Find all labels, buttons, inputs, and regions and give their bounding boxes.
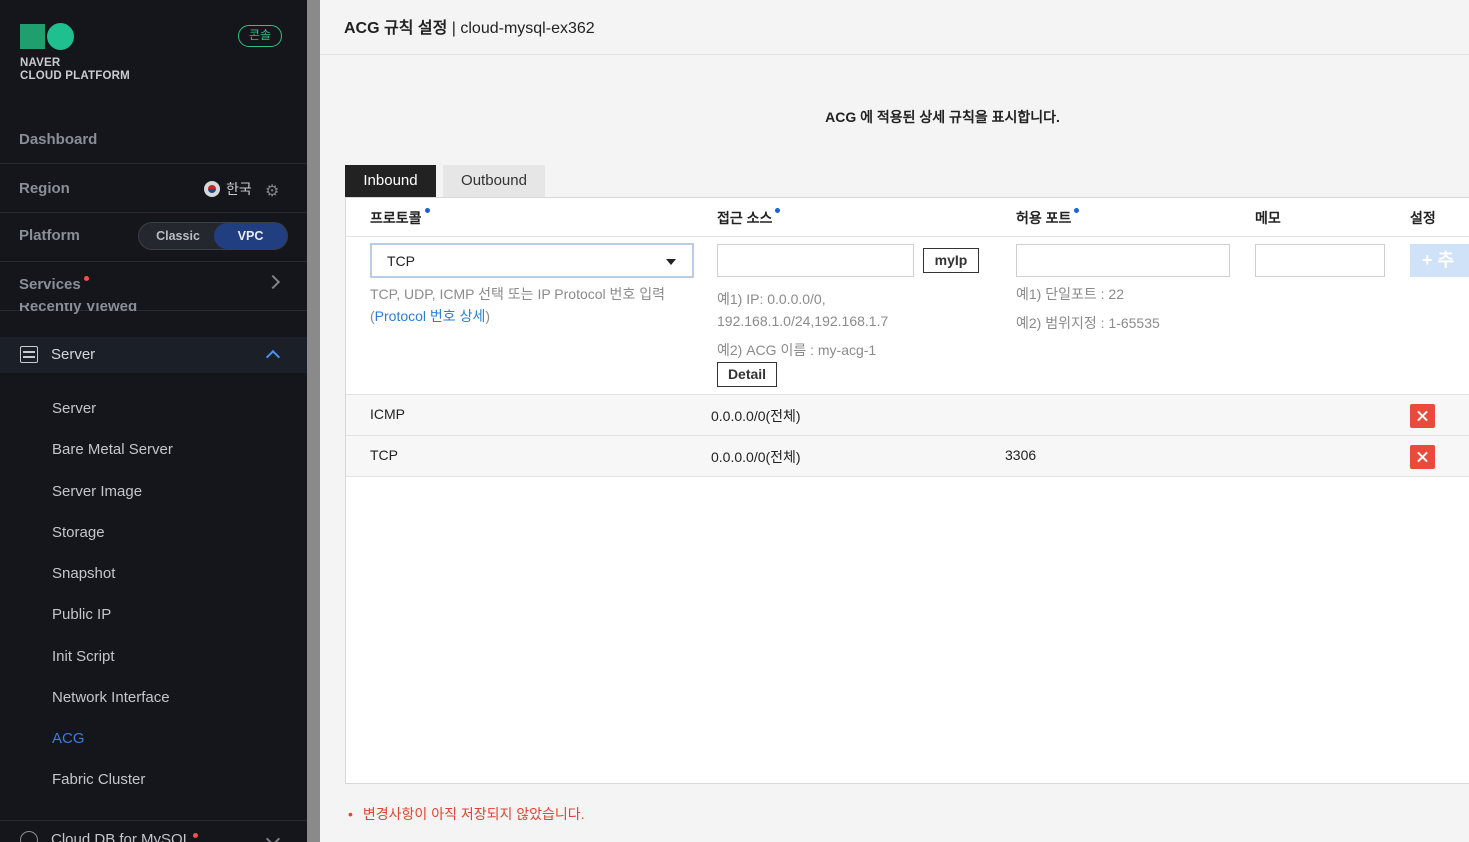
chevron-right-icon <box>265 274 281 290</box>
new-dot-icon <box>83 276 89 281</box>
region-value: 한국 <box>226 181 252 197</box>
add-rule-button[interactable]: + 추 <box>1410 244 1469 277</box>
logo-text: NAVER CLOUD PLATFORM <box>20 57 130 82</box>
delete-rule-button[interactable] <box>1410 445 1435 469</box>
caret-down-icon <box>666 259 676 265</box>
platform-vpc-option[interactable]: VPC <box>214 223 287 249</box>
platform-classic-option[interactable]: Classic <box>143 223 213 249</box>
protocol-hint: TCP, UDP, ICMP 선택 또는 IP Protocol 번호 입력 (… <box>370 286 665 324</box>
rule-source: 0.0.0.0/0(전체) <box>711 449 801 465</box>
sidebar-item-bare-metal-server[interactable]: Bare Metal Server <box>52 441 173 458</box>
logo-mark-icon <box>20 23 130 50</box>
modal-description: ACG 에 적용된 상세 규칙을 표시합니다. <box>825 109 1060 125</box>
memo-input[interactable] <box>1255 244 1385 277</box>
rule-protocol: ICMP <box>370 406 405 422</box>
table-row: ICMP 0.0.0.0/0(전체) <box>346 395 1469 436</box>
sidebar-section-server[interactable]: Server <box>0 337 307 373</box>
sidebar-item-public-ip[interactable]: Public IP <box>52 606 111 623</box>
sidebar-item-fabric-cluster[interactable]: Fabric Cluster <box>52 771 145 788</box>
recently-viewed-label[interactable]: Recently Viewed <box>19 303 137 314</box>
header-divider <box>346 236 1469 237</box>
port-hint-1: 예1) 단일포트 : 22 <box>1016 286 1124 302</box>
clouddb-label: Cloud DB for MySQL <box>51 831 192 842</box>
rule-port: 3306 <box>1005 447 1037 463</box>
tab-outbound[interactable]: Outbound <box>443 165 545 197</box>
rule-source: 0.0.0.0/0(전체) <box>711 408 801 424</box>
sidebar-item-region[interactable]: Region 한국 ⚙ <box>0 164 307 213</box>
myip-button[interactable]: myIp <box>923 248 979 273</box>
new-dot-icon <box>193 833 198 838</box>
sidebar-section-clouddb-mysql[interactable]: Cloud DB for MySQL <box>0 820 307 842</box>
sidebar: NAVER CLOUD PLATFORM 콘솔 Dashboard Region… <box>0 0 307 842</box>
source-input[interactable] <box>717 244 914 277</box>
tab-inbound[interactable]: Inbound <box>345 165 436 197</box>
database-icon <box>20 831 38 842</box>
port-hint-2: 예2) 범위지정 : 1-65535 <box>1016 315 1160 331</box>
source-hint-2: 예2) ACG 이름 : my-acg-1 <box>717 342 877 358</box>
divider <box>320 54 1469 55</box>
gear-icon[interactable]: ⚙ <box>265 181 279 201</box>
protocol-select-value: TCP <box>387 253 415 269</box>
column-header-setting: 설정 <box>1410 210 1436 226</box>
platform-toggle[interactable]: Classic VPC <box>138 222 288 250</box>
sidebar-item-dashboard[interactable]: Dashboard <box>0 115 307 164</box>
sidebar-item-server[interactable]: Server <box>52 400 96 417</box>
chevron-up-icon <box>265 349 281 365</box>
server-icon <box>20 346 38 363</box>
overlay-gutter <box>307 0 320 842</box>
column-header-source: 접근 소스 <box>717 208 781 228</box>
services-label: Services <box>19 276 89 293</box>
sidebar-item-server-image[interactable]: Server Image <box>52 483 142 500</box>
acg-rule-modal: ACG 규칙 설정 | cloud-mysql-ex362 ACG 에 적용된 … <box>320 0 1469 842</box>
column-header-memo: 메모 <box>1255 210 1281 226</box>
column-header-port: 허용 포트 <box>1016 208 1080 228</box>
detail-button[interactable]: Detail <box>717 362 777 387</box>
rule-protocol: TCP <box>370 447 398 463</box>
sidebar-item-init-script[interactable]: Init Script <box>52 648 115 665</box>
source-hint-1: 예1) IP: 0.0.0.0/0, 192.168.1.0/24,192.16… <box>717 291 889 329</box>
sidebar-item-snapshot[interactable]: Snapshot <box>52 565 115 582</box>
delete-rule-button[interactable] <box>1410 404 1435 428</box>
protocol-select[interactable]: TCP <box>370 243 694 278</box>
region-selector[interactable]: 한국 <box>204 179 252 199</box>
sidebar-item-network-interface[interactable]: Network Interface <box>52 689 170 706</box>
dashboard-label: Dashboard <box>19 131 98 148</box>
chevron-down-icon <box>265 831 281 842</box>
region-label: Region <box>19 180 70 197</box>
modal-title: ACG 규칙 설정 | cloud-mysql-ex362 <box>344 20 595 37</box>
sidebar-item-acg[interactable]: ACG <box>52 730 85 747</box>
korea-flag-icon <box>204 181 220 197</box>
unsaved-warning: 변경사항이 아직 저장되지 않았습니다. <box>348 804 585 824</box>
console-badge[interactable]: 콘솔 <box>238 25 282 47</box>
rules-panel: 프로토콜 접근 소스 허용 포트 메모 설정 TCP TCP, UDP, ICM… <box>345 197 1469 784</box>
ncp-logo[interactable]: NAVER CLOUD PLATFORM <box>20 23 130 83</box>
platform-label: Platform <box>19 227 80 244</box>
table-row: TCP 0.0.0.0/0(전체) 3306 <box>346 436 1469 477</box>
column-header-protocol: 프로토콜 <box>370 208 430 228</box>
protocol-detail-link[interactable]: Protocol 번호 상세 <box>375 308 486 324</box>
server-section-label: Server <box>51 346 96 363</box>
sidebar-item-storage[interactable]: Storage <box>52 524 105 541</box>
port-input[interactable] <box>1016 244 1230 277</box>
